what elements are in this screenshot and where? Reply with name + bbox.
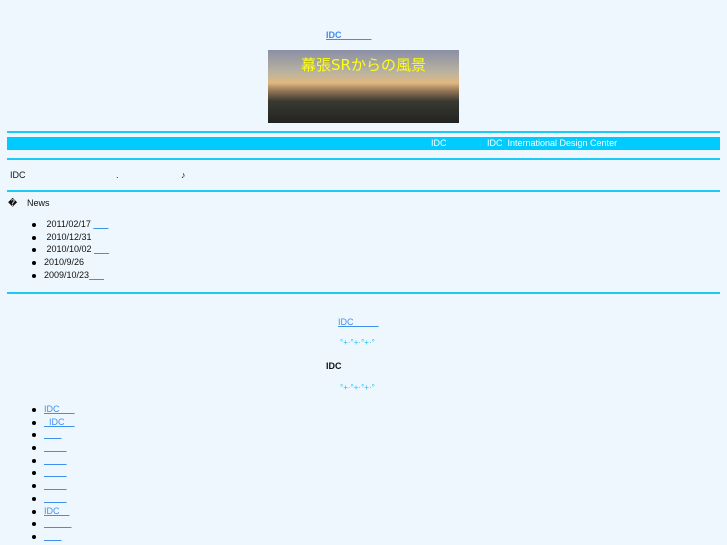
nav-item: [32, 517, 75, 530]
nav-link[interactable]: [44, 467, 67, 477]
news-item: 2009/10/23: [31, 269, 109, 282]
nav-link[interactable]: [44, 480, 67, 490]
nav-item: [32, 428, 75, 441]
divider: [7, 131, 720, 133]
nav-item: [32, 441, 75, 454]
nav-link[interactable]: IDC: [44, 404, 75, 414]
nav-item: [32, 479, 75, 492]
news-item: 2010/10/02: [31, 243, 109, 256]
nav-link[interactable]: IDC: [44, 417, 75, 427]
divider: [7, 292, 720, 294]
intro-dot: .: [116, 170, 119, 180]
decoration: °+·°+·°+·°: [340, 383, 375, 392]
news-link[interactable]: [89, 270, 104, 280]
nav-list: IDC IDC IDC: [32, 403, 75, 543]
nav-link[interactable]: [44, 455, 67, 465]
nav-link[interactable]: [44, 531, 62, 541]
news-item: 2011/02/17: [31, 218, 109, 231]
title-bar: IDC IDC International Design Center: [7, 137, 720, 150]
news-item: 2010/9/26: [31, 256, 109, 269]
nav-item: [32, 466, 75, 479]
nav-link[interactable]: [44, 442, 67, 452]
nav-link[interactable]: [44, 493, 67, 503]
music-note-icon: ♪: [181, 170, 186, 180]
nav-item: [32, 530, 75, 543]
news-date: 2009/10/23: [44, 269, 90, 280]
banner-title: 幕張SRからの風景: [301, 56, 426, 74]
banner-image: 幕張SRからの風景: [268, 50, 459, 123]
section-heading: IDC: [326, 361, 342, 371]
bar-left-text: IDC: [431, 138, 447, 148]
news-item: 2010/12/31: [31, 231, 109, 244]
news-date: 2010/10/02: [44, 244, 95, 255]
news-link[interactable]: [94, 244, 109, 254]
news-date: 2010/12/31: [44, 231, 92, 242]
nav-item: IDC: [32, 505, 75, 518]
nav-link[interactable]: IDC: [44, 506, 70, 516]
decoration: °+·°+·°+·°: [340, 338, 375, 347]
news-date: 2011/02/17: [44, 219, 94, 229]
news-date: 2010/9/26: [44, 257, 85, 268]
top-link[interactable]: IDC: [326, 30, 372, 40]
divider: [7, 190, 720, 192]
nav-link[interactable]: [44, 429, 62, 439]
bar-right-text: IDC International Design Center: [487, 138, 618, 148]
news-list: 2011/02/17 2010/12/31 2010/10/02 2010/9/…: [31, 218, 109, 282]
center-link[interactable]: IDC: [338, 317, 379, 327]
nav-item: [32, 492, 75, 505]
diamond-icon: �: [8, 198, 18, 208]
intro-text: IDC: [10, 170, 26, 180]
nav-item: [32, 454, 75, 467]
nav-item: IDC: [32, 416, 75, 429]
nav-link[interactable]: [44, 518, 72, 528]
divider: [7, 158, 720, 160]
nav-item: IDC: [32, 403, 75, 416]
news-link[interactable]: [93, 219, 108, 229]
news-heading: News: [27, 198, 50, 208]
